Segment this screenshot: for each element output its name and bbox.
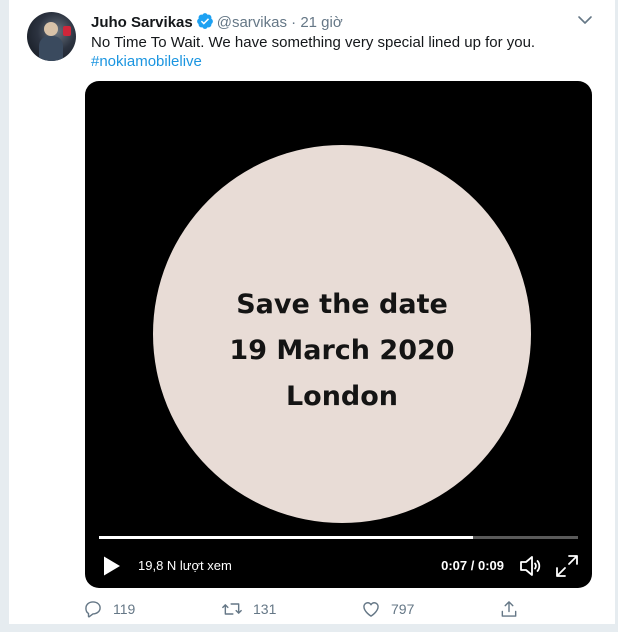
play-icon[interactable] xyxy=(101,555,123,577)
tweet-time[interactable]: 21 giờ xyxy=(300,14,342,31)
video-circle-graphic: Save the date 19 March 2020 London xyxy=(153,145,531,523)
avatar-head xyxy=(44,22,58,36)
caret-down-icon[interactable] xyxy=(575,10,595,30)
video-overlay-text: Save the date 19 March 2020 London xyxy=(153,282,531,420)
video-progress-fill xyxy=(99,536,473,539)
view-count: 19,8 N lượt xem xyxy=(138,558,232,573)
like-icon xyxy=(363,602,379,617)
save-the-date-line: Save the date xyxy=(236,289,448,320)
avatar-body xyxy=(39,36,63,61)
tweet-divider xyxy=(9,624,615,628)
tweet-text: No Time To Wait. We have something very … xyxy=(91,34,536,51)
fullscreen-icon[interactable] xyxy=(554,553,580,579)
hashtag-link[interactable]: #nokiamobilelive xyxy=(91,52,202,72)
event-date-line: 19 March 2020 xyxy=(229,335,455,366)
reply-count: 119 xyxy=(113,601,136,617)
author-avatar[interactable] xyxy=(27,12,76,61)
retweet-action[interactable]: 131 xyxy=(221,598,276,620)
video-player[interactable]: Save the date 19 March 2020 London 19,8 … xyxy=(85,81,592,588)
video-progress-bar[interactable] xyxy=(99,536,578,539)
share-icon xyxy=(501,601,517,617)
tweet-card[interactable]: Juho Sarvikas @sarvikas · 21 giờ No Time … xyxy=(8,0,616,628)
share-action[interactable] xyxy=(499,598,529,620)
like-count: 797 xyxy=(391,601,415,617)
author-handle[interactable]: @sarvikas xyxy=(217,14,287,31)
video-time: 0:07 / 0:09 xyxy=(441,558,504,573)
like-action[interactable]: 797 xyxy=(361,598,414,620)
retweet-count: 131 xyxy=(253,601,277,617)
reply-icon xyxy=(85,601,101,618)
reply-action[interactable]: 119 xyxy=(83,598,135,620)
event-location-line: London xyxy=(285,381,399,412)
retweet-icon xyxy=(222,603,242,615)
tweet-actions: 119 131 797 xyxy=(83,598,543,620)
time-separator: · xyxy=(291,14,297,31)
volume-icon[interactable] xyxy=(518,553,544,579)
author-name[interactable]: Juho Sarvikas xyxy=(91,14,193,31)
avatar-accent xyxy=(63,26,71,36)
